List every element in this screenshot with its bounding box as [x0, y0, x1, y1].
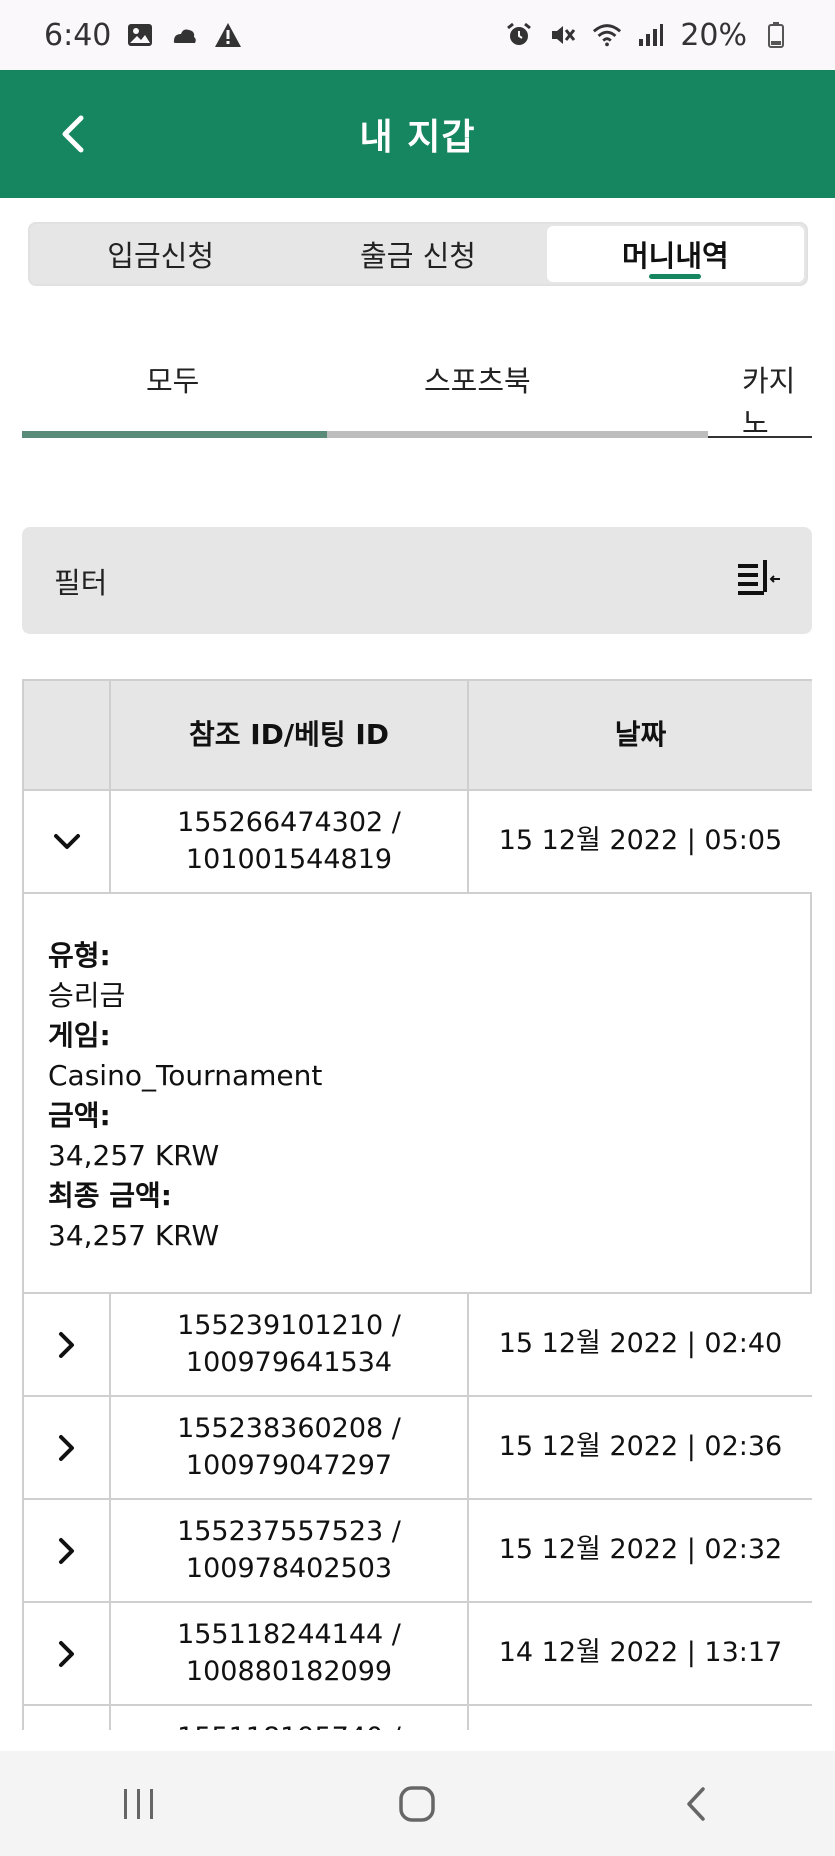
ref-bet-id-cell: 155238360208 / 100979047297: [111, 1397, 469, 1500]
alarm-icon: [504, 20, 534, 50]
ref-bet-id-cell: 155266474302 / 101001544819: [111, 791, 469, 894]
tab-money-history[interactable]: 머니내역: [546, 226, 804, 282]
chevron-left-icon: [62, 115, 84, 153]
header-date: 날짜: [469, 681, 812, 791]
category-tabs: 모두 스포츠북 카지노: [22, 340, 812, 440]
chevron-right-icon: [58, 1331, 74, 1358]
ref-id: 155239101210 /: [177, 1310, 401, 1342]
filter-label: 필터: [54, 565, 108, 600]
bet-id: 100880182099: [185, 1655, 393, 1687]
table-row-expanded[interactable]: 155266474302 / 101001544819 15 12월 2022 |…: [22, 791, 812, 894]
chevron-right-icon: [58, 1537, 74, 1564]
table-row[interactable]: 155239101210 / 100979641534 15 12월 2022 |…: [22, 1294, 812, 1397]
date-cell: 15 12월 2022 | 02:32: [469, 1500, 812, 1603]
bet-id: 100979047297: [185, 1449, 393, 1481]
tab-all[interactable]: 모두: [146, 358, 199, 400]
app-bar: 내 지갑: [0, 70, 835, 198]
tab-deposit-request[interactable]: 입금신청: [32, 226, 289, 282]
header-expand: [24, 681, 111, 791]
detail-final-amount-label: 최종 금액:: [48, 1179, 172, 1212]
tab-sportsbook[interactable]: 스포츠북: [424, 358, 531, 400]
date-cell: 15 12월 2022 | 05:05: [469, 791, 812, 894]
money-history-table: 참조 ID/베팅 ID 날짜 155266474302 / 10100154481…: [22, 679, 812, 1730]
table-header: 참조 ID/베팅 ID 날짜: [22, 679, 812, 791]
expand-button[interactable]: [24, 1294, 111, 1397]
detail-final-amount-value: 34,257 KRW: [48, 1219, 220, 1252]
status-left: 6:40: [44, 18, 243, 53]
weather-icon: [169, 20, 199, 50]
date-cell: 15 12월 2022 | 02:40: [469, 1294, 812, 1397]
ref-id: 155237557523 /: [177, 1516, 401, 1548]
filter-bar[interactable]: 필터: [22, 527, 812, 634]
status-time: 6:40: [44, 17, 112, 53]
recent-apps-button[interactable]: [99, 1774, 179, 1834]
ref-bet-id-cell: 155118195740 /: [111, 1706, 469, 1730]
battery-percent: 20%: [680, 17, 747, 53]
chevron-right-icon: [58, 1640, 74, 1667]
detail-amount-label: 금액:: [48, 1099, 111, 1132]
table-row[interactable]: 155237557523 / 100978402503 15 12월 2022 |…: [22, 1500, 812, 1603]
warning-icon: [213, 20, 243, 50]
home-button[interactable]: [377, 1774, 457, 1834]
date-cell: 14 12월 2022 | 13:17: [469, 1603, 812, 1706]
bet-id: 100978402503: [185, 1552, 393, 1584]
expand-button[interactable]: [24, 1397, 111, 1500]
table-row[interactable]: 155118244144 / 100880182099 14 12월 2022 |…: [22, 1603, 812, 1706]
active-tab-indicator: [22, 431, 327, 438]
ref-id: 155118195740 /: [177, 1722, 401, 1730]
ref-bet-id-cell: 155239101210 / 100979641534: [111, 1294, 469, 1397]
ref-id: 155238360208 /: [177, 1413, 401, 1445]
status-right: 20%: [504, 18, 791, 53]
expand-button[interactable]: [24, 1706, 111, 1730]
row-detail-panel: 유형: 승리금 게임: Casino_Tournament 금액: 34,257…: [22, 894, 812, 1294]
detail-game-value: Casino_Tournament: [48, 1059, 323, 1092]
recent-apps-icon: [124, 1788, 154, 1819]
expand-button[interactable]: [24, 1500, 111, 1603]
page-title: 내 지갑: [359, 117, 476, 158]
detail-amount-value: 34,257 KRW: [48, 1139, 220, 1172]
detail-game-label: 게임:: [48, 1019, 111, 1052]
mute-icon: [548, 20, 578, 50]
back-icon: [687, 1786, 705, 1821]
home-icon: [399, 1785, 436, 1822]
chevron-right-icon: [58, 1434, 74, 1461]
image-icon: [125, 20, 155, 50]
date-cell: 15 12월 2022 | 02:36: [469, 1397, 812, 1500]
back-button[interactable]: [40, 102, 104, 166]
bet-id: 101001544819: [185, 843, 393, 875]
wifi-icon: [592, 20, 622, 50]
nav-back-button[interactable]: [656, 1774, 736, 1834]
expand-button[interactable]: [24, 1603, 111, 1706]
collapse-button[interactable]: [24, 791, 111, 894]
table-row[interactable]: 155118195740 /: [22, 1706, 812, 1730]
detail-type-value: 승리금: [48, 979, 126, 1012]
tab-casino[interactable]: 카지노: [742, 358, 812, 440]
status-bar: 6:40 20%: [0, 0, 835, 70]
system-nav-bar: [0, 1751, 835, 1856]
detail-type-label: 유형:: [48, 939, 111, 972]
bet-id: 100979641534: [185, 1346, 393, 1378]
ref-id: 155266474302 /: [177, 807, 401, 839]
ref-id: 155118244144 /: [177, 1619, 401, 1651]
ref-bet-id-cell: 155237557523 / 100978402503: [111, 1500, 469, 1603]
tab-withdraw-request[interactable]: 출금 신청: [289, 226, 546, 282]
segment-tabs: 입금신청 출금 신청 머니내역: [28, 222, 808, 286]
battery-icon: [761, 20, 791, 50]
table-row[interactable]: 155238360208 / 100979047297 15 12월 2022 |…: [22, 1397, 812, 1500]
filter-list-icon[interactable]: [736, 558, 782, 604]
signal-icon: [636, 20, 666, 50]
chevron-down-icon: [53, 833, 80, 849]
ref-bet-id-cell: 155118244144 / 100880182099: [111, 1603, 469, 1706]
date-cell: [469, 1706, 812, 1730]
header-ref-bet-id: 참조 ID/베팅 ID: [111, 681, 469, 791]
